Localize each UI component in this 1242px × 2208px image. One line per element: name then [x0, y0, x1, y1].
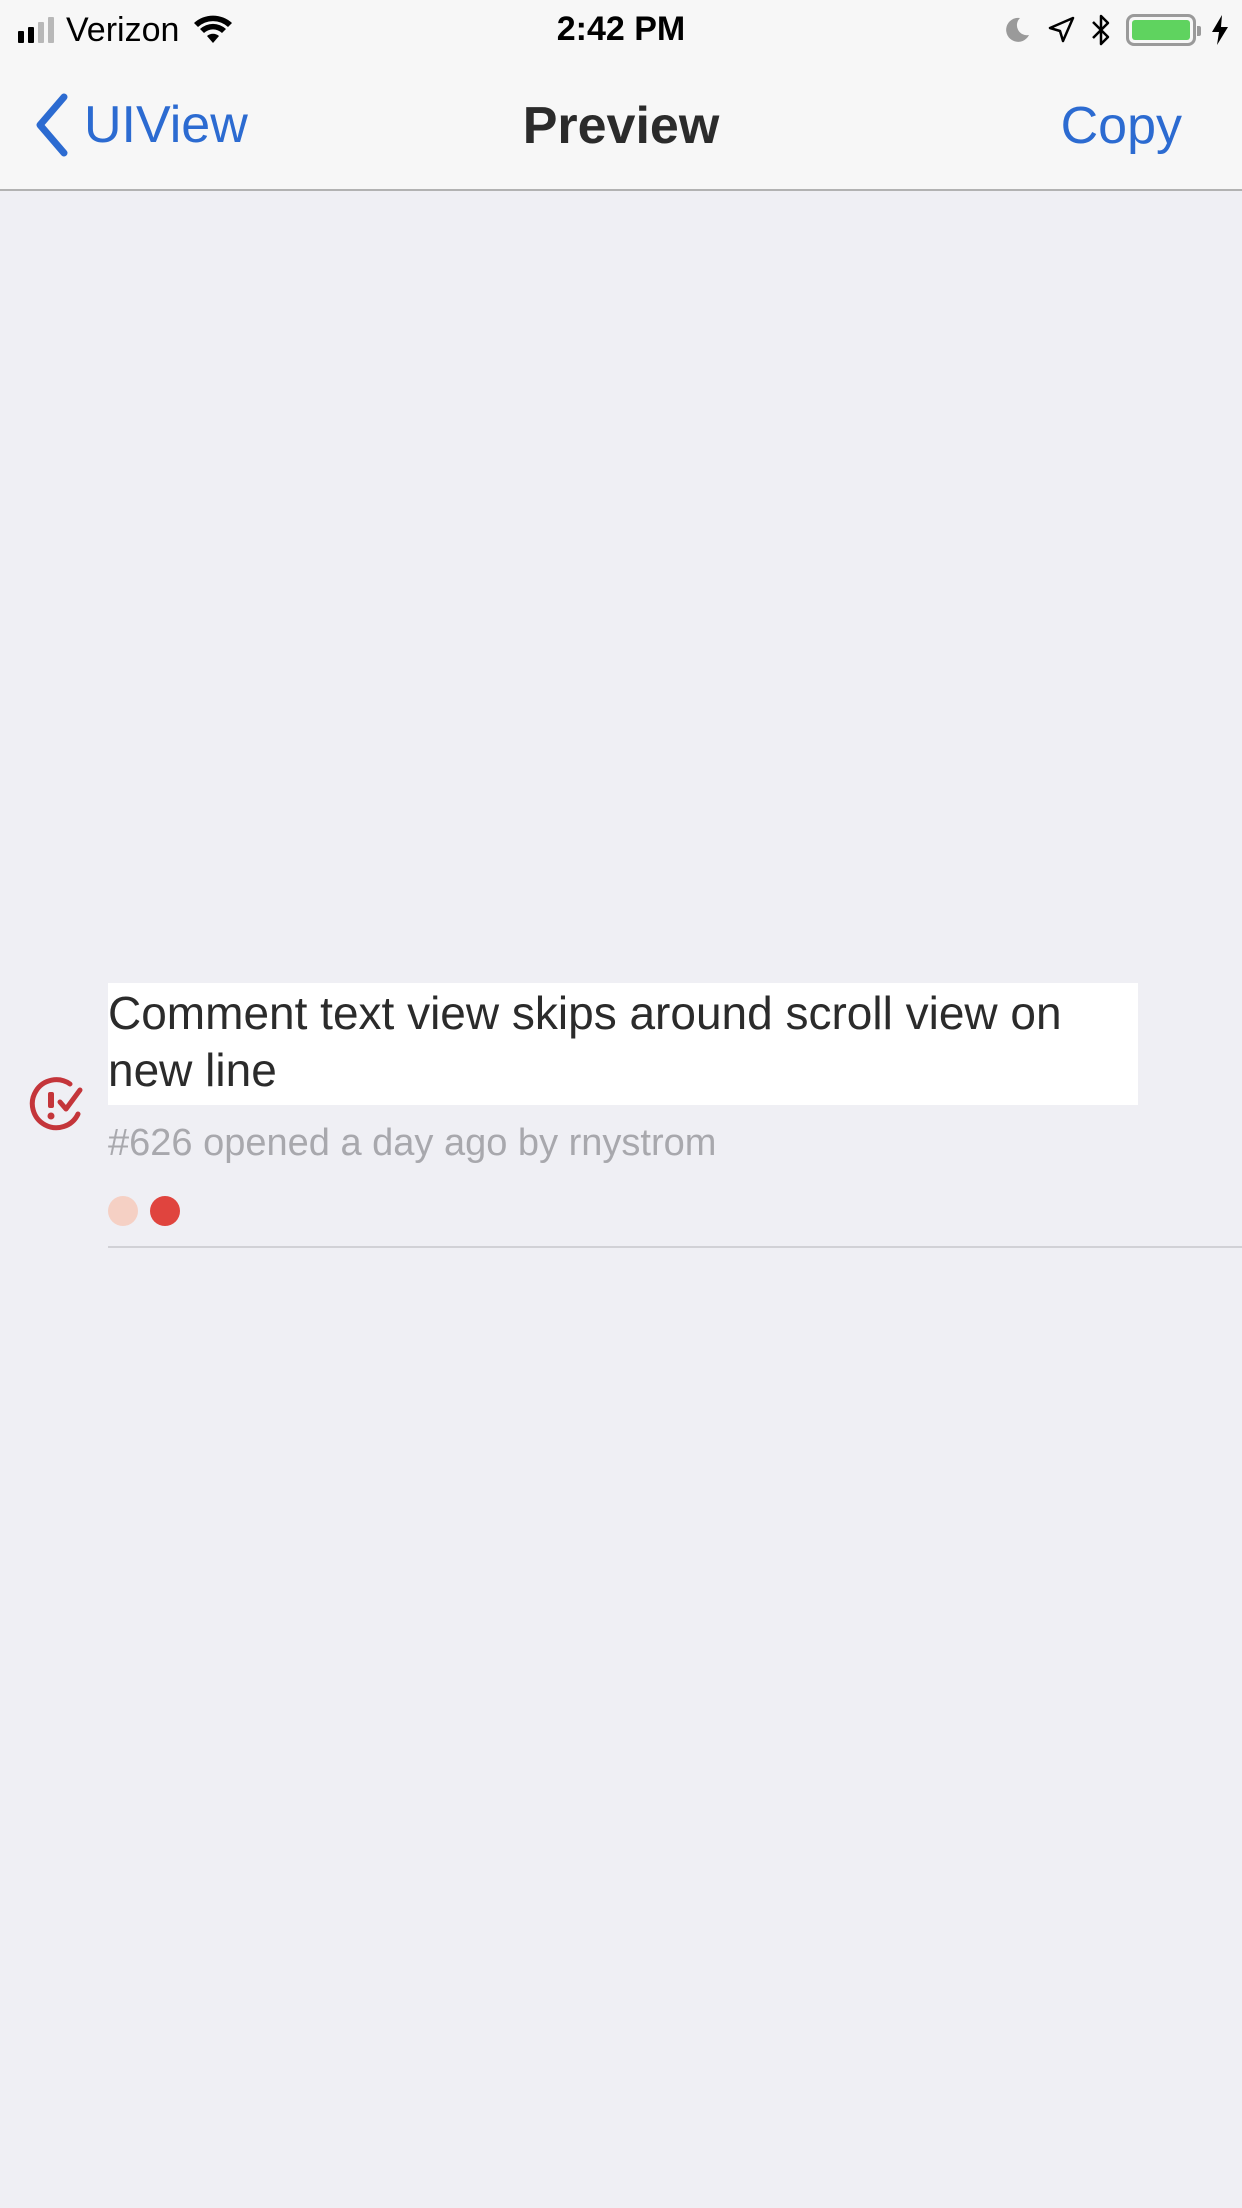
page-title: Preview — [522, 97, 720, 155]
issue-status-icon — [29, 1077, 83, 1131]
label-dot — [150, 1196, 180, 1226]
issue-labels — [108, 1196, 180, 1226]
battery-tip — [1197, 26, 1201, 36]
location-icon — [1048, 16, 1075, 43]
issue-cell[interactable]: Comment text view skips around scroll vi… — [0, 980, 1242, 1250]
issue-title: Comment text view skips around scroll vi… — [108, 983, 1138, 1105]
charging-icon — [1212, 15, 1228, 45]
battery-fill — [1132, 20, 1190, 40]
issue-meta: #626 opened a day ago by rnystrom — [108, 1122, 717, 1164]
status-right — [1002, 10, 1230, 50]
battery-icon — [1126, 14, 1201, 46]
copy-button[interactable]: Copy — [1061, 96, 1182, 156]
bluetooth-icon — [1092, 14, 1110, 46]
label-dot — [108, 1196, 138, 1226]
status-bar: Verizon 2:42 PM — [0, 0, 1242, 60]
navigation-bar: UIView Preview Copy — [0, 60, 1242, 191]
moon-icon — [1006, 17, 1029, 42]
separator — [108, 1246, 1242, 1248]
